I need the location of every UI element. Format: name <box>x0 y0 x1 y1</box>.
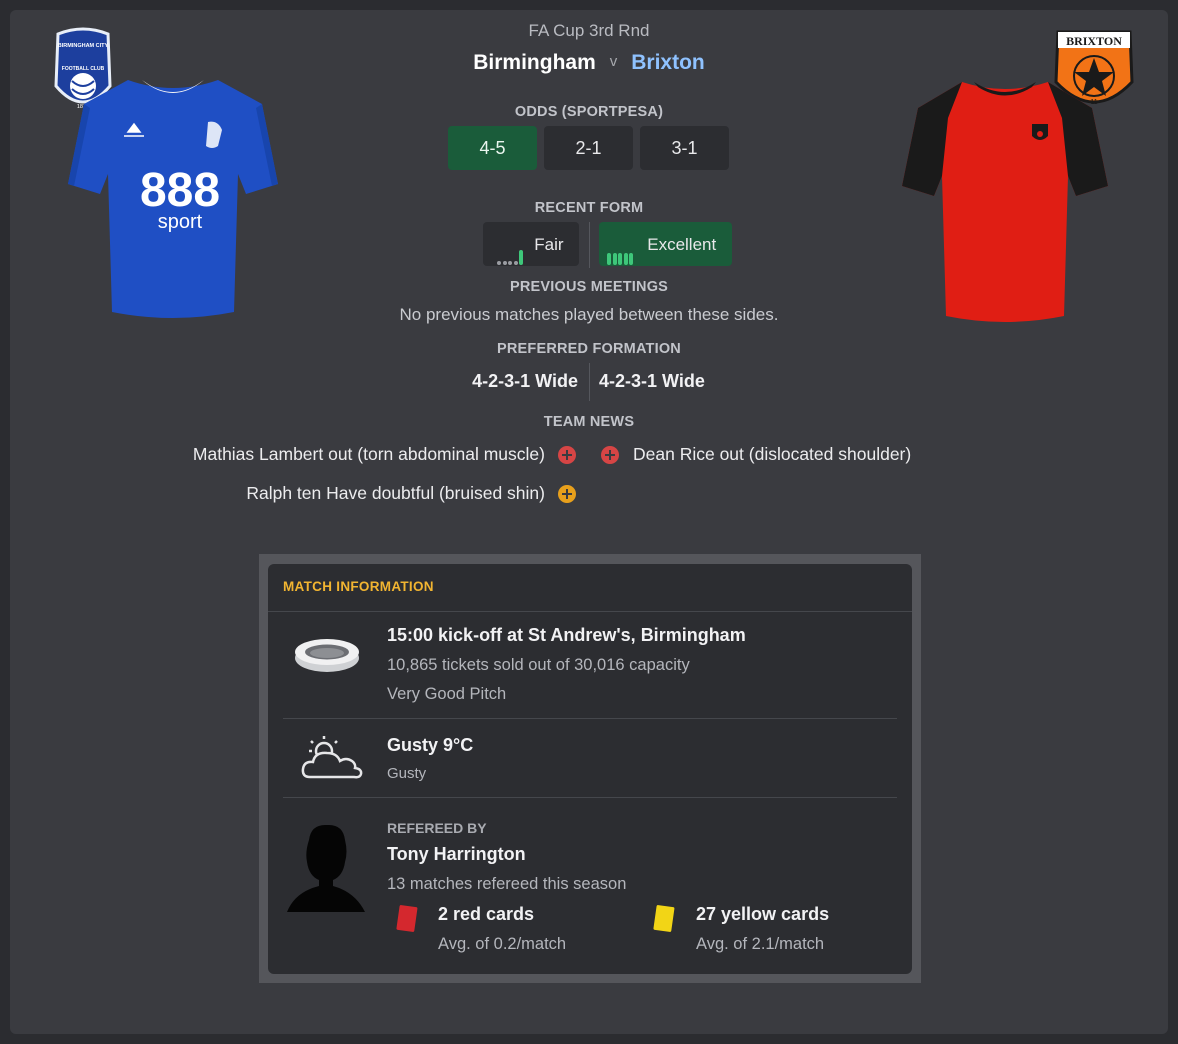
away-news-item[interactable]: Dean Rice out (dislocated shoulder) <box>633 444 911 465</box>
home-form-badge[interactable]: Fair <box>483 222 579 266</box>
home-sponsor-number: 888 <box>140 164 220 217</box>
recent-form-title: RECENT FORM <box>534 200 644 216</box>
form-divider <box>589 222 590 268</box>
yellow-card-icon <box>653 905 675 932</box>
injury-icon <box>558 446 576 464</box>
yellow-cards-average: Avg. of 2.1/match <box>696 935 825 953</box>
match-teams: Birmingham v Brixton <box>300 51 878 75</box>
formation-divider <box>589 363 590 401</box>
red-cards-count: 2 red cards <box>438 904 535 924</box>
away-form-label: Excellent <box>647 235 717 254</box>
form-bars-icon <box>497 219 525 265</box>
competition-name: FA Cup 3rd Rnd <box>528 21 650 40</box>
home-news-item[interactable]: Ralph ten Have doubtful (bruised shin) <box>246 483 545 504</box>
refereed-by-label: REFEREED BY <box>387 820 487 836</box>
away-crest-name: BRIXTON <box>1066 34 1122 48</box>
home-news-item[interactable]: Mathias Lambert out (torn abdominal musc… <box>193 444 545 465</box>
home-form-label: Fair <box>534 235 564 254</box>
home-shirt: 888 sport <box>68 80 278 318</box>
referee-silhouette <box>287 824 365 912</box>
red-cards-average: Avg. of 0.2/match <box>438 935 567 953</box>
home-sponsor-word: sport <box>158 211 203 233</box>
away-form-badge[interactable]: Excellent <box>599 222 732 266</box>
weather-summary: Gusty 9°C <box>387 735 474 755</box>
odds-home-win[interactable]: 4-5 <box>448 126 537 170</box>
divider <box>268 611 912 612</box>
home-formation: 4-2-3-1 Wide <box>472 371 578 391</box>
partly-cloudy-icon <box>301 736 363 779</box>
stadium-icon <box>295 639 359 672</box>
weather-detail: Gusty <box>387 765 427 782</box>
home-crest-name: BIRMINGHAM CITY <box>58 43 109 49</box>
away-team-link[interactable]: Brixton <box>631 51 705 74</box>
versus-label: v <box>609 53 618 70</box>
divider <box>283 718 897 719</box>
red-card-icon <box>396 905 418 932</box>
ticket-sales: 10,865 tickets sold out of 30,016 capaci… <box>387 656 690 674</box>
referee-matches: 13 matches refereed this season <box>387 875 627 893</box>
pitch-condition: Very Good Pitch <box>387 685 507 703</box>
odds-title: ODDS (SPORTPESA) <box>514 104 664 120</box>
odds-draw[interactable]: 2-1 <box>544 126 633 170</box>
kickoff-venue[interactable]: 15:00 kick-off at St Andrew's, Birmingha… <box>387 625 746 646</box>
preferred-formation-title: PREFERRED FORMATION <box>497 341 681 357</box>
odds-away-win[interactable]: 3-1 <box>640 126 729 170</box>
away-shirt <box>902 82 1108 322</box>
home-team-name[interactable]: Birmingham <box>473 51 596 74</box>
injury-icon <box>601 446 619 464</box>
referee-name[interactable]: Tony Harrington <box>387 844 526 865</box>
previous-meetings-text: No previous matches played between these… <box>399 305 779 324</box>
match-info-title: MATCH INFORMATION <box>283 579 434 594</box>
home-crest-subtitle: FOOTBALL CLUB <box>62 66 105 72</box>
form-bars-icon <box>607 219 635 265</box>
team-news-title: TEAM NEWS <box>543 414 635 430</box>
yellow-cards-count: 27 yellow cards <box>696 904 830 924</box>
divider <box>283 797 897 798</box>
away-formation: 4-2-3-1 Wide <box>599 371 705 391</box>
previous-meetings-title: PREVIOUS MEETINGS <box>509 279 669 295</box>
doubtful-icon <box>558 485 576 503</box>
